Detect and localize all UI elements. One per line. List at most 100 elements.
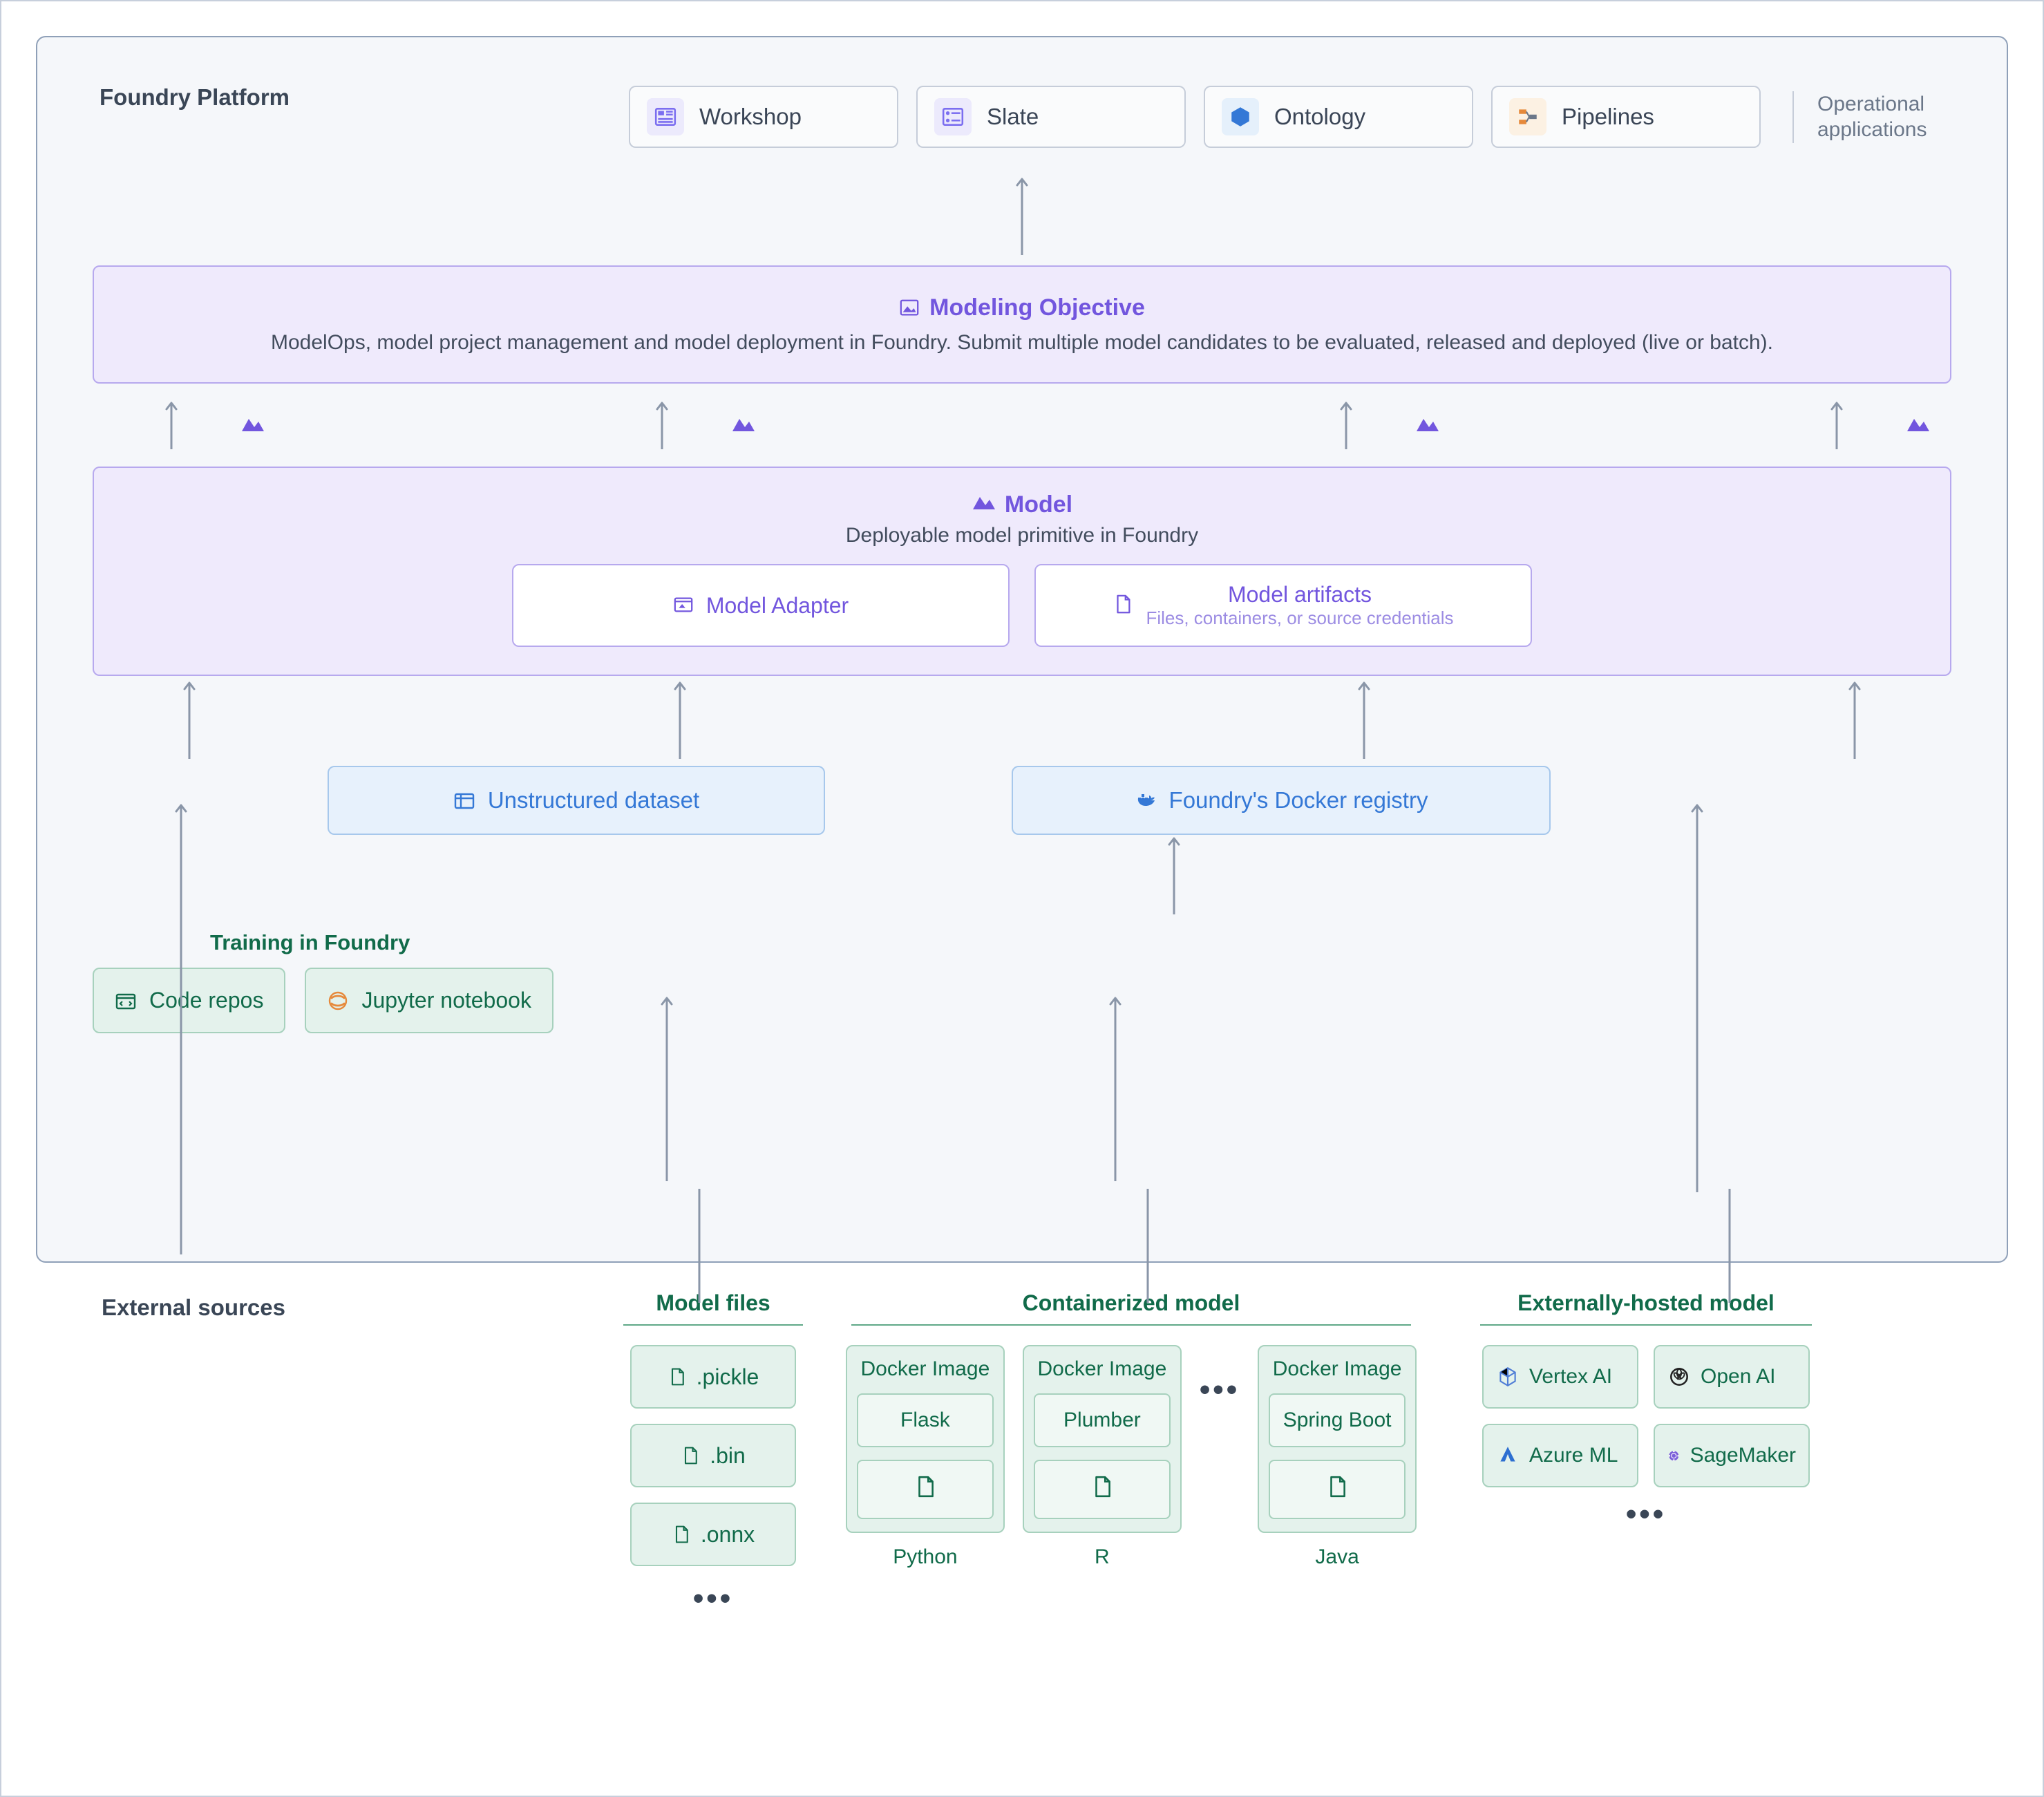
file-label: .onnx [701,1522,755,1547]
ext-label: Open AI [1701,1365,1775,1389]
arrow-up-icon [173,802,189,1258]
model-panel: Model Deployable model primitive in Foun… [93,467,1951,676]
mountain-icon [731,413,756,438]
arrow-cell [1779,384,1931,467]
image-icon [899,298,920,319]
training-in-foundry-label: Training in Foundry [93,930,1951,955]
document-icon [914,1475,937,1498]
file-pickle-card: .pickle [630,1345,796,1409]
file-bin-card: .bin [630,1424,796,1487]
language-label: Python [893,1545,957,1569]
app-workshop: Workshop [629,86,898,148]
openai-icon [1667,1365,1691,1389]
code-icon [115,990,137,1012]
docker-icon [1135,789,1157,811]
arrow-up-icon [1107,995,1124,1195]
jupyter-icon [327,990,349,1012]
document-icon [1090,1475,1114,1498]
arrow-cell [1288,384,1440,467]
arrow-up-icon [1356,679,1372,762]
file-onnx-card: .onnx [630,1503,796,1566]
framework-label: Flask [857,1393,994,1447]
dataset-icon [453,789,475,811]
ext-label: Azure ML [1529,1444,1618,1467]
model-adapter-card: Model Adapter [512,564,1010,647]
arrow-line [1721,1189,1738,1306]
model-files-title: Model files [623,1290,803,1326]
model-adapter-label: Model Adapter [706,593,849,619]
mountain-icon [1906,413,1931,438]
docker-image-box: Docker Image Spring Boot [1258,1345,1417,1533]
app-workshop-label: Workshop [699,104,802,130]
model-title-text: Model [1005,491,1072,518]
mountain-icon [972,491,996,518]
modeling-objective-desc: ModelOps, model project management and m… [135,331,1909,355]
unstructured-dataset-label: Unstructured dataset [488,787,699,813]
app-pipelines-label: Pipelines [1562,104,1654,130]
mountain-icon [240,413,265,438]
language-label: Java [1315,1545,1359,1569]
framework-label: Plumber [1034,1393,1171,1447]
arrow-line [1139,1189,1156,1306]
docker-image-label: Docker Image [857,1357,994,1381]
arrow-up-icon [672,679,688,762]
document-icon [668,1367,687,1386]
docker-image-label: Docker Image [1034,1357,1171,1381]
jupyter-notebook-label: Jupyter notebook [361,988,531,1013]
arrow-cell [113,384,265,467]
modeling-objective-title: Modeling Objective [135,294,1909,321]
ext-label: SageMaker [1690,1444,1796,1467]
ext-label: Vertex AI [1529,1365,1612,1389]
model-file-placeholder [1269,1460,1406,1519]
file-label: .pickle [697,1364,759,1390]
arrow-cell [1779,676,1931,766]
external-sources-row: External sources Model files .pickle .bi… [36,1290,2008,1616]
docker-image-label: Docker Image [1269,1357,1406,1381]
arrow-up-icon [181,679,198,762]
jupyter-notebook-card: Jupyter notebook [305,968,553,1033]
document-icon [1113,594,1133,618]
externally-hosted-title: Externally-hosted model [1480,1290,1812,1326]
ontology-icon [1222,98,1259,135]
modeling-objective-panel: Modeling Objective ModelOps, model proje… [93,265,1951,384]
app-pipelines: Pipelines [1491,86,1761,148]
arrow-up-icon [654,399,670,451]
arrow-line [691,1189,708,1306]
pipelines-icon [1509,98,1546,135]
docker-registry-card: Foundry's Docker registry [1012,766,1551,835]
code-repos-label: Code repos [149,988,263,1013]
azure-ml-card: Azure ML [1482,1424,1638,1487]
arrow-up-icon [659,995,675,1195]
openai-card: Open AI [1654,1345,1810,1409]
file-label: .bin [710,1443,746,1469]
model-title: Model [135,491,1909,518]
arrow-cell [604,676,756,766]
language-label: R [1095,1545,1110,1569]
docker-col-python: Docker Image Flask Python [846,1345,1005,1569]
arrow-up-icon [1828,399,1845,451]
workshop-icon [647,98,684,135]
sagemaker-card: SageMaker [1654,1424,1810,1487]
model-artifacts-card: Model artifacts Files, containers, or so… [1034,564,1532,647]
model-artifacts-title: Model artifacts [1146,582,1453,608]
docker-registry-label: Foundry's Docker registry [1169,787,1428,813]
containerized-model-group: Containerized model Docker Image Flask P… [844,1290,1418,1569]
docker-image-box: Docker Image Plumber [1023,1345,1182,1533]
mountain-icon [1415,413,1440,438]
foundry-platform-panel: Foundry Platform Workshop Slate Ontology… [36,36,2008,1263]
arrow-up-icon [1166,835,1182,918]
document-icon [681,1446,700,1465]
vertex-ai-icon [1496,1365,1520,1389]
operational-applications-label: Operational applications [1792,91,1951,143]
operational-apps-row: Workshop Slate Ontology Pipelines Operat… [93,86,1951,148]
platform-title: Foundry Platform [100,84,290,111]
model-file-placeholder [857,1460,994,1519]
document-icon [672,1525,691,1544]
arrow-up-icon [1014,176,1030,258]
externally-hosted-model-group: Externally-hosted model Vertex AI Open A… [1473,1290,1819,1532]
vertex-ai-card: Vertex AI [1482,1345,1638,1409]
app-ontology: Ontology [1204,86,1473,148]
sagemaker-icon [1667,1444,1681,1467]
arrow-up-icon [1846,679,1863,762]
azure-icon [1496,1444,1520,1467]
